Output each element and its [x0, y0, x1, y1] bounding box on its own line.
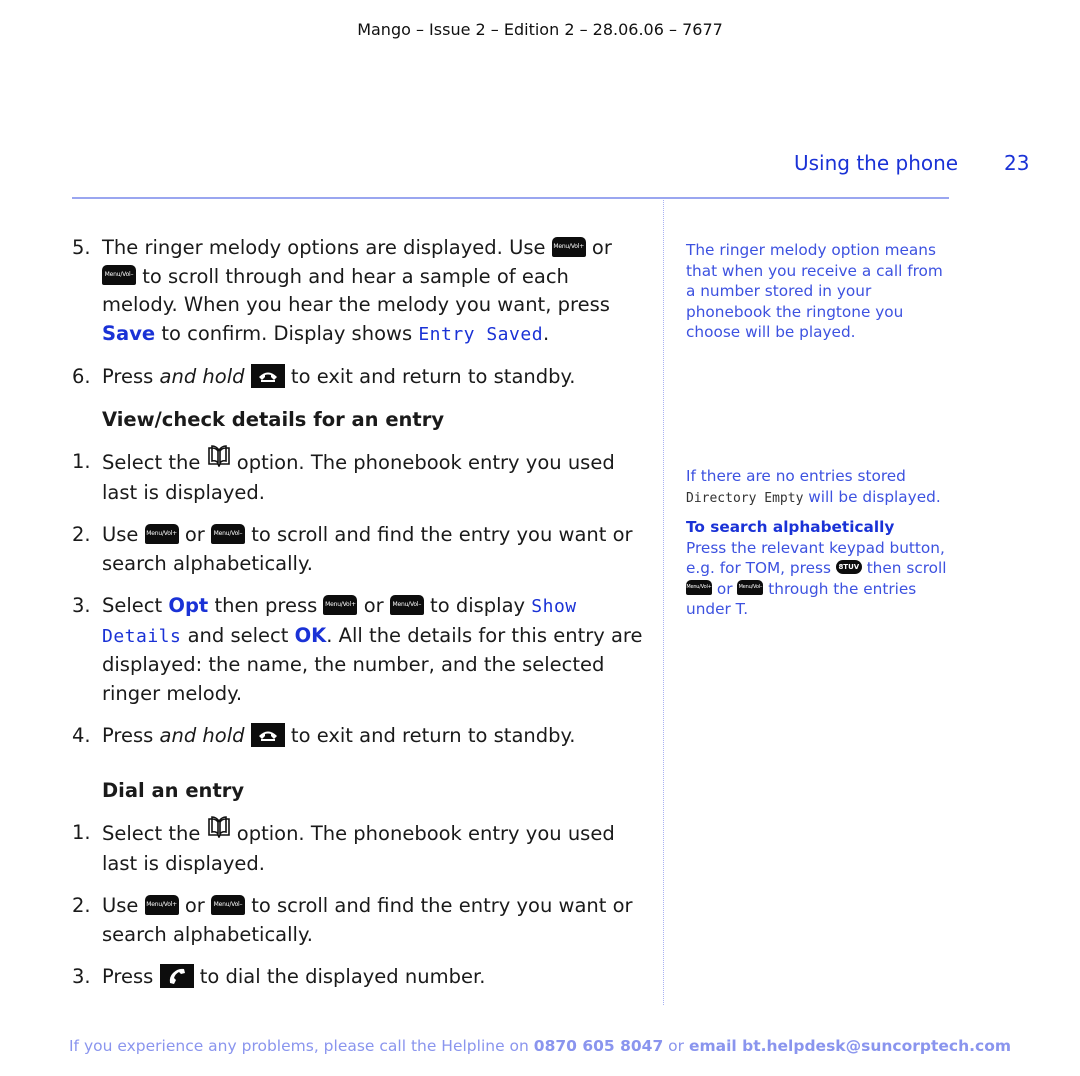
key-8-icon: 8TUV [835, 559, 862, 574]
step-number: 5. [72, 236, 91, 259]
vol-up-key-icon: Menu/Vol+ [551, 236, 586, 257]
heading-view-details: View/check details for an entry [102, 407, 445, 431]
step-number: 2. [72, 894, 91, 917]
talk-key-icon [159, 963, 194, 988]
step-number: 1. [72, 821, 91, 844]
lcd-directory-empty: Directory Empty [686, 490, 804, 506]
phonebook-icon [207, 816, 231, 847]
heading-dial-entry: Dial an entry [102, 778, 245, 802]
opt-softkey-label: Opt [168, 594, 209, 617]
step-text: Press to dial the displayed number. [102, 963, 486, 988]
step-ringer-6: 6. Press and hold to exit and return to … [72, 363, 647, 392]
section-title: Using the phone [794, 151, 959, 175]
vol-down-key-icon: Menu/Vol– [211, 894, 245, 915]
document-reference: Mango – Issue 2 – Edition 2 – 28.06.06 –… [357, 20, 723, 39]
step-number: 4. [72, 724, 91, 747]
vol-down-key-icon: Menu/Vol– [389, 594, 424, 615]
vol-up-key-icon: Menu/Vol+ [144, 523, 179, 544]
step-text: Select the option. The phonebook entry y… [102, 816, 647, 878]
step-view-1: 1. Select the option. The phonebook entr… [72, 445, 647, 507]
ok-softkey-label: OK [294, 623, 327, 647]
sidebar-note-search: To search alphabetically Press the relev… [686, 518, 947, 618]
vol-up-key-icon: Menu/Vol+ [144, 894, 179, 915]
end-call-key-icon [250, 722, 285, 747]
step-text: Use Menu/Vol+ or Menu/Vol– to scroll and… [102, 523, 633, 575]
vol-down-key-icon: Menu/Vol– [211, 523, 245, 544]
step-view-2: 2. Use Menu/Vol+ or Menu/Vol– to scroll … [72, 521, 647, 578]
lcd-entry-saved: Entry Saved [418, 323, 544, 345]
step-dial-3: 3. Press to dial the displayed number. [72, 963, 647, 992]
end-call-key-icon [250, 363, 285, 388]
step-dial-1: 1. Select the option. The phonebook entr… [72, 816, 647, 878]
page-number: 23 [1004, 151, 1030, 175]
vol-down-key-icon: Menu/Vol– [737, 579, 764, 595]
column-divider [663, 200, 664, 1005]
vol-up-key-icon: Menu/Vol+ [686, 579, 712, 595]
phonebook-icon [207, 445, 231, 476]
step-text: Select Opt then press Menu/Vol+ or Menu/… [102, 594, 643, 705]
main-column: 5. The ringer melody options are display… [72, 234, 647, 1006]
step-number: 1. [72, 450, 91, 473]
helpline-phone: 0870 605 8047 [533, 1037, 664, 1055]
step-number: 3. [72, 965, 91, 988]
step-number: 2. [72, 523, 91, 546]
step-number: 6. [72, 365, 91, 388]
step-number: 3. [72, 594, 91, 617]
vol-up-key-icon: Menu/Vol+ [323, 594, 358, 615]
helpdesk-email: email bt.helpdesk@suncorptech.com [688, 1037, 1011, 1055]
step-text: Press and hold to exit and return to sta… [102, 363, 576, 388]
save-softkey-label: Save [102, 321, 156, 345]
step-text: Select the option. The phonebook entry y… [102, 445, 647, 507]
step-text: Use Menu/Vol+ or Menu/Vol– to scroll and… [102, 894, 633, 946]
sidebar-note-empty: If there are no entries stored Directory… [686, 467, 941, 506]
search-alphabetically-heading: To search alphabetically [686, 518, 895, 536]
step-view-4: 4. Press and hold to exit and return to … [72, 722, 647, 751]
header-rule [72, 197, 949, 199]
step-view-3: 3. Select Opt then press Menu/Vol+ or Me… [72, 592, 647, 708]
sidebar-note-ringer: The ringer melody option means that when… [686, 241, 943, 341]
step-ringer-5: 5. The ringer melody options are display… [72, 234, 647, 349]
helpline-footer: If you experience any problems, please c… [68, 1037, 1011, 1055]
step-dial-2: 2. Use Menu/Vol+ or Menu/Vol– to scroll … [72, 892, 647, 949]
step-text: The ringer melody options are displayed.… [102, 236, 612, 345]
vol-down-key-icon: Menu/Vol– [102, 265, 136, 285]
step-text: Press and hold to exit and return to sta… [102, 722, 576, 747]
